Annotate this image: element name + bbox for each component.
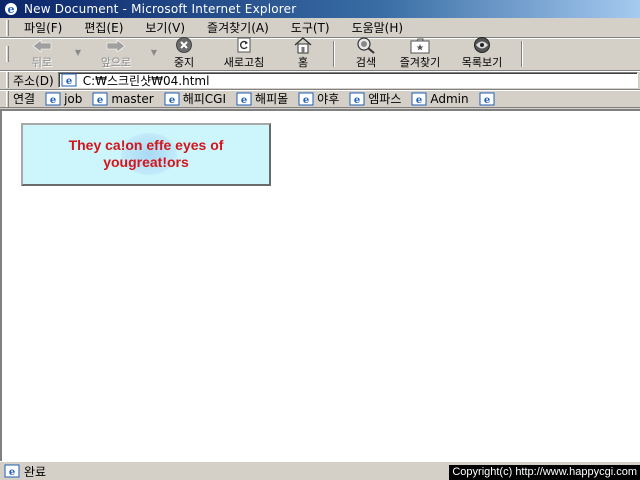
stop-button[interactable]: 중지: [161, 36, 207, 70]
search-label: 검색: [355, 55, 377, 69]
address-grip: [6, 72, 9, 88]
refresh-button[interactable]: 새로고침: [207, 37, 281, 70]
menu-help[interactable]: 도움말(H): [341, 19, 415, 37]
forward-button[interactable]: 앞으로: [85, 38, 147, 70]
svg-text:e: e: [97, 95, 103, 106]
link-master[interactable]: e master: [92, 91, 154, 106]
title-bar: e New Document - Microsoft Internet Expl…: [0, 0, 640, 18]
back-label: 뒤로: [31, 55, 53, 69]
link-label: job: [64, 91, 83, 106]
link-label: 해피CGI: [182, 92, 227, 106]
favorites-label: 즐겨찾기: [399, 55, 441, 69]
status-text: 완료: [24, 464, 47, 479]
links-grip: [6, 90, 9, 107]
search-icon: [357, 36, 375, 54]
history-icon: [474, 36, 490, 53]
favorites-folder-icon: [410, 38, 430, 53]
toolbar-separator-2: [521, 41, 523, 67]
link-label: 해피몰: [255, 92, 289, 106]
svg-text:e: e: [50, 95, 56, 106]
ie-link-icon: e: [411, 92, 427, 106]
toolbar-grip: [6, 46, 9, 62]
link-label: 엠파스: [368, 92, 402, 106]
link-empas[interactable]: e 엠파스: [349, 90, 401, 107]
address-url: C:₩스크린샷₩04.html: [82, 73, 210, 88]
menu-view[interactable]: 보기(V): [134, 19, 196, 37]
svg-text:e: e: [354, 95, 360, 106]
status-copyright: Copyright(c) http://www.happycgi.com: [449, 465, 640, 480]
ie-logo-icon: e: [5, 3, 17, 16]
address-input[interactable]: e C:₩스크린샷₩04.html: [57, 72, 638, 88]
svg-text:e: e: [241, 95, 247, 106]
menu-bar: 파일(F) 편집(E) 보기(V) 즐겨찾기(A) 도구(T) 도움말(H): [0, 18, 640, 38]
link-happycgi[interactable]: e 해피CGI: [164, 90, 226, 107]
ie-page-icon: e: [61, 73, 77, 87]
window-title: New Document - Microsoft Internet Explor…: [24, 2, 297, 16]
link-label: 야후: [317, 92, 340, 106]
forward-dropdown-icon[interactable]: ▼: [147, 48, 161, 57]
menu-favorites[interactable]: 즐겨찾기(A): [196, 19, 280, 37]
ie-link-icon: e: [236, 92, 252, 106]
stop-icon: [176, 36, 192, 53]
address-bar: 주소(D) e C:₩스크린샷₩04.html: [0, 71, 640, 90]
link-label: Admin: [430, 91, 469, 106]
history-button[interactable]: 목록보기: [451, 36, 513, 70]
link-label: master: [111, 91, 154, 106]
link-admin[interactable]: e Admin: [411, 91, 469, 106]
back-arrow-icon: [32, 38, 52, 53]
menu-edit[interactable]: 편집(E): [73, 19, 134, 37]
home-icon: [294, 36, 312, 53]
stop-label: 중지: [173, 55, 195, 69]
svg-text:e: e: [169, 95, 175, 106]
ie-link-icon: e: [92, 92, 108, 106]
link-job[interactable]: e job: [45, 92, 82, 106]
svg-text:e: e: [483, 95, 489, 106]
links-label: 연결: [13, 92, 36, 106]
svg-text:e: e: [416, 95, 422, 106]
svg-text:e: e: [9, 467, 15, 478]
forward-arrow-icon: [106, 38, 126, 53]
home-button[interactable]: 홈: [281, 36, 325, 70]
ie-link-icon: e: [349, 92, 365, 106]
home-label: 홈: [297, 55, 309, 69]
address-label: 주소(D): [13, 73, 54, 88]
scrolling-text-banner: They ca!on effe eyes of yougreat!ors: [21, 123, 271, 186]
toolbar-separator: [333, 41, 335, 67]
ie-link-icon: e: [45, 92, 61, 106]
menu-tools[interactable]: 도구(T): [280, 19, 341, 37]
banner-line-2: yougreat!ors: [103, 154, 189, 170]
ie-link-icon: e: [164, 92, 180, 106]
links-bar: 연결 e job e master e 해피CGI e 해피몰 e 야후 e 엠파스 e Ad…: [0, 90, 640, 108]
link-yahoo[interactable]: e 야후: [298, 90, 339, 107]
standard-toolbar: 뒤로 ▼ 앞으로 ▼ 중지 새로고침 홈 검색 즐겨찾기 목록보기: [0, 36, 640, 71]
ie-link-icon: e: [479, 92, 495, 106]
menu-grip: [6, 19, 9, 36]
forward-label: 앞으로: [100, 55, 132, 69]
menu-file[interactable]: 파일(F): [13, 19, 73, 37]
history-label: 목록보기: [461, 55, 503, 69]
link-happymall[interactable]: e 해피몰: [236, 90, 288, 107]
page-done-icon: e: [4, 464, 20, 478]
status-bar: e 완료 Copyright(c) http://www.happycgi.co…: [0, 461, 640, 480]
refresh-icon: [237, 37, 251, 52]
ie-link-icon: e: [298, 92, 314, 106]
link-overflow[interactable]: e: [479, 92, 498, 106]
search-button[interactable]: 검색: [343, 36, 389, 70]
svg-text:e: e: [8, 3, 15, 16]
page-content: They ca!on effe eyes of yougreat!ors: [0, 109, 640, 461]
svg-text:e: e: [303, 95, 309, 106]
favorites-button[interactable]: 즐겨찾기: [389, 38, 451, 70]
back-button[interactable]: 뒤로: [13, 38, 71, 70]
banner-line-1: They ca!on effe eyes of: [68, 137, 224, 153]
banner-text: They ca!on effe eyes of yougreat!ors: [23, 137, 269, 171]
refresh-label: 새로고침: [223, 55, 265, 69]
svg-text:e: e: [66, 76, 72, 87]
back-dropdown-icon[interactable]: ▼: [71, 48, 85, 57]
